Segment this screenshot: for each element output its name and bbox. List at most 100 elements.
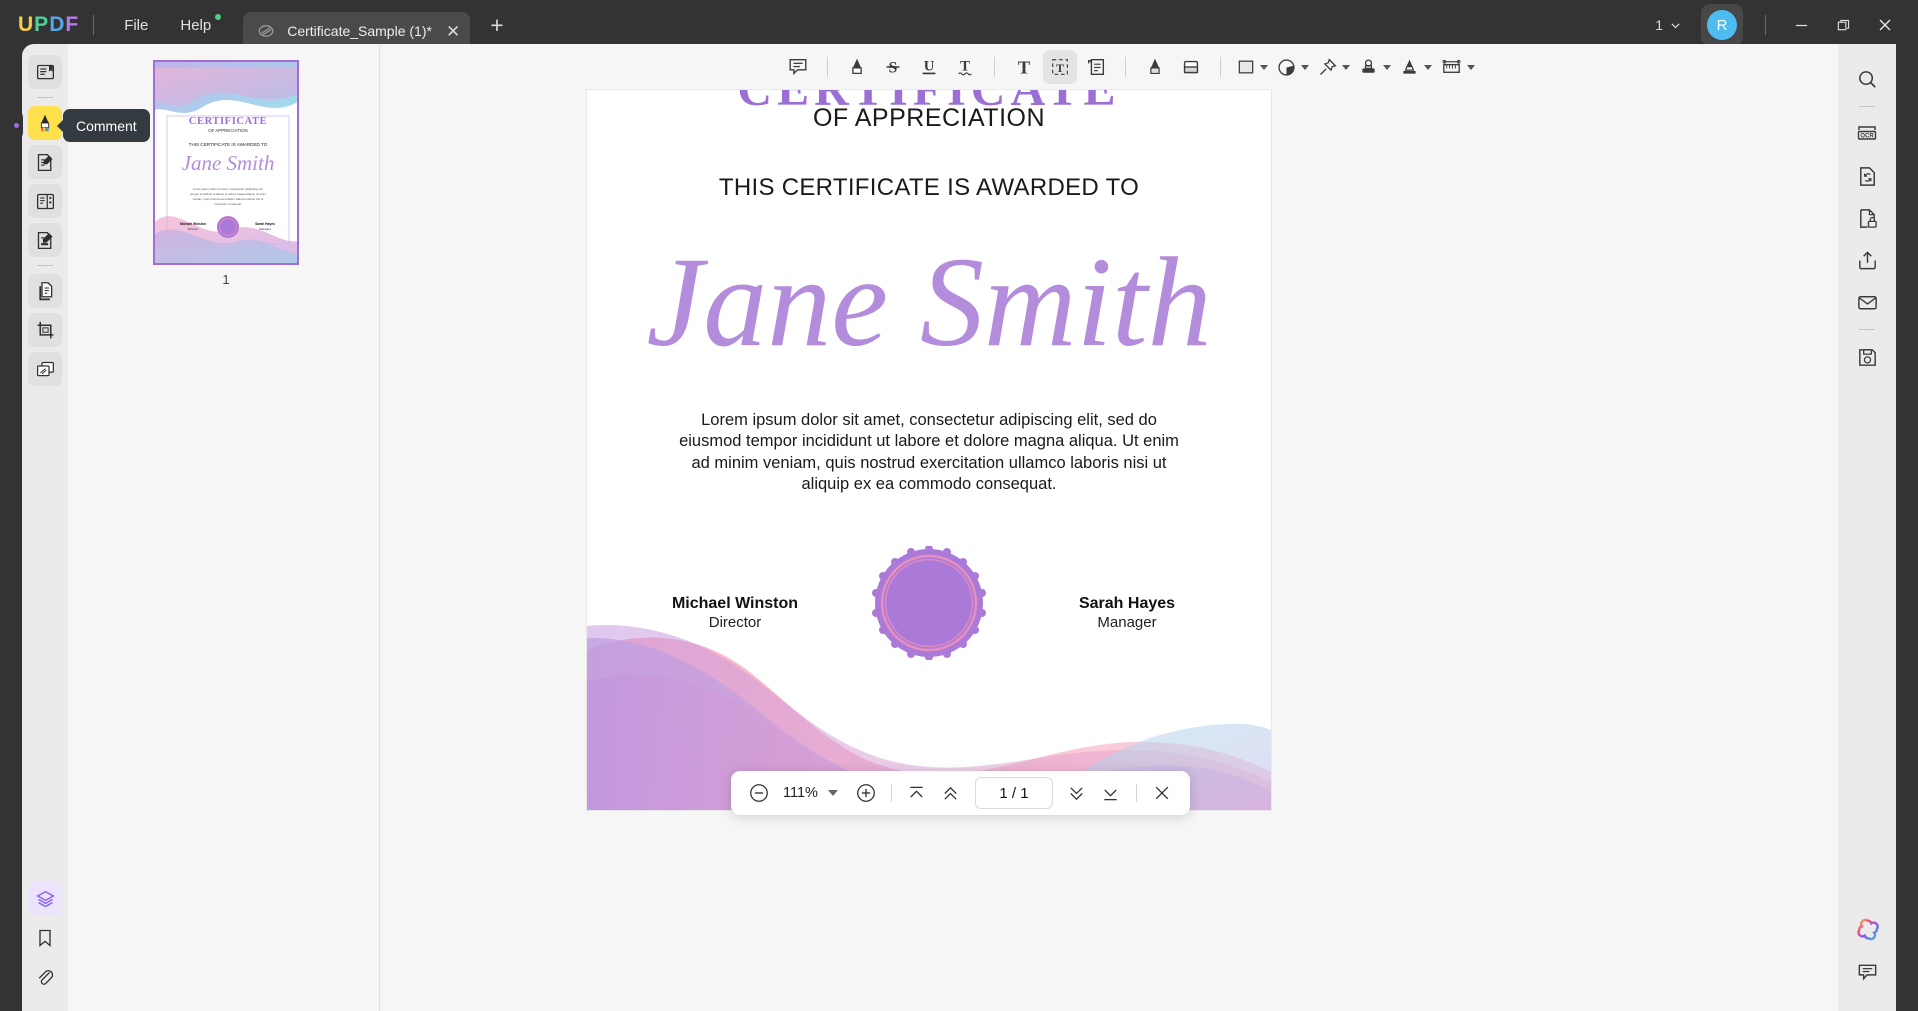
measure-caret-icon[interactable]	[1466, 64, 1475, 70]
right-item-ocr[interactable]: OCR	[1850, 117, 1884, 151]
close-navigation-button[interactable]	[1146, 777, 1178, 809]
tool-shape-square[interactable]	[1233, 50, 1271, 84]
previous-page-icon	[944, 786, 958, 800]
first-page-icon	[910, 786, 924, 797]
bottom-bar-separator-1	[890, 784, 892, 802]
tool-pencil[interactable]	[1138, 50, 1172, 84]
signer-2-name: Sarah Hayes	[1078, 595, 1176, 612]
rail-divider-2	[37, 265, 53, 266]
document-tab-label: Certificate_Sample (1)*	[287, 23, 432, 39]
tool-text[interactable]: T	[1007, 50, 1041, 84]
tool-measure[interactable]	[1437, 50, 1478, 84]
comment-highlighter-icon	[40, 114, 50, 132]
bookmark-icon	[39, 929, 51, 947]
sidebar-item-crop[interactable]	[28, 313, 62, 347]
minimize-button[interactable]	[1780, 5, 1822, 45]
text-box-icon: T	[1051, 59, 1068, 75]
search-icon	[1858, 70, 1876, 88]
tool-strikethrough[interactable]: S	[876, 50, 910, 84]
tool-highlight[interactable]	[840, 50, 874, 84]
avatar: R	[1707, 10, 1737, 40]
menu-file[interactable]: File	[108, 11, 164, 40]
batch-process-icon	[36, 361, 54, 376]
annotation-toolbar: S U T T T	[380, 44, 1878, 90]
help-notification-dot	[215, 13, 222, 20]
svg-text:S: S	[888, 60, 897, 77]
sidebar-item-attachments[interactable]	[28, 960, 62, 994]
right-item-convert[interactable]	[1850, 159, 1884, 193]
stamp-caret-icon[interactable]	[1382, 64, 1391, 70]
shape-circle-caret-icon[interactable]	[1300, 64, 1309, 70]
sidebar-item-convert[interactable]	[28, 274, 62, 308]
convert-icon	[1859, 166, 1875, 186]
svg-text:Lorem ipsum dolor sit amet, co: Lorem ipsum dolor sit amet, consectetur …	[193, 187, 264, 191]
next-page-button[interactable]	[1061, 777, 1093, 809]
tool-underline[interactable]: U	[912, 50, 946, 84]
rail-divider-1	[37, 97, 53, 98]
tool-comment[interactable]	[781, 50, 815, 84]
shape-square-caret-icon[interactable]	[1259, 64, 1268, 70]
pin-caret-icon[interactable]	[1341, 64, 1350, 70]
sidebar-item-organize-pages[interactable]	[28, 184, 62, 218]
convert-pages-icon	[38, 281, 52, 300]
svg-text:T: T	[1017, 57, 1029, 77]
right-item-protect[interactable]	[1850, 201, 1884, 235]
tool-shape-circle[interactable]	[1273, 50, 1312, 84]
sidebar-item-layers[interactable]	[28, 882, 62, 916]
maximize-button[interactable]	[1822, 5, 1864, 45]
tool-text-box[interactable]: T	[1042, 50, 1077, 84]
tool-sticky-note[interactable]	[1079, 50, 1113, 84]
right-item-save[interactable]	[1850, 340, 1884, 374]
zoom-in-button[interactable]	[850, 777, 882, 809]
shape-square-icon	[1238, 60, 1253, 74]
pdf-page[interactable]: CERTIFICATE OF APPRECIATION THIS CERTIFI…	[587, 90, 1271, 810]
thumbnail-preview: CERTIFICATE OF APPRECIATION THIS CERTIFI…	[155, 62, 297, 263]
sidebar-item-edit-pdf[interactable]	[28, 145, 62, 179]
first-page-button[interactable]	[901, 777, 933, 809]
updf-logo: U P D F	[18, 13, 79, 37]
thumbnail-page-1[interactable]: CERTIFICATE OF APPRECIATION THIS CERTIFI…	[153, 60, 299, 265]
sidebar-item-bookmark[interactable]	[28, 921, 62, 955]
new-tab-button[interactable]: +	[490, 12, 503, 39]
tool-pin[interactable]	[1314, 50, 1353, 84]
signature-caret-icon[interactable]	[1423, 64, 1432, 70]
zoom-level-value[interactable]: 111%	[777, 785, 824, 801]
edit-pdf-icon	[37, 153, 52, 171]
right-item-search[interactable]	[1850, 62, 1884, 96]
toolbar-separator-3	[1124, 57, 1126, 77]
right-item-share[interactable]	[1850, 243, 1884, 277]
logo-letter-p: P	[34, 13, 50, 36]
account-button[interactable]: R	[1701, 4, 1743, 46]
rail-collapse-handle[interactable]	[10, 108, 23, 142]
window-count-label: 1	[1655, 17, 1663, 33]
tool-stamp[interactable]	[1355, 50, 1394, 84]
highlight-icon	[851, 58, 862, 75]
zoom-dropdown-icon[interactable]	[827, 790, 838, 796]
previous-page-button[interactable]	[935, 777, 967, 809]
underline-icon: U	[922, 59, 935, 75]
right-tool-rail: OCR	[1838, 44, 1896, 1011]
document-tab-close-icon[interactable]: ✕	[446, 23, 460, 40]
tool-squiggly-underline[interactable]: T	[948, 50, 982, 84]
right-item-comment-panel[interactable]	[1850, 955, 1884, 989]
left-tool-rail	[22, 44, 68, 1011]
main-document-area: S U T T T OF APPRECIATION THIS CERTIFICA…	[380, 44, 1878, 1011]
last-page-button[interactable]	[1095, 777, 1127, 809]
tool-eraser[interactable]	[1174, 50, 1208, 84]
page-indicator[interactable]: 1 / 1	[974, 777, 1053, 809]
menu-help[interactable]: Help	[164, 11, 227, 40]
window-count-dropdown[interactable]: 1	[1649, 11, 1687, 39]
ocr-icon: OCR	[1857, 126, 1877, 140]
zoom-out-button[interactable]	[743, 777, 775, 809]
sidebar-item-fill-sign[interactable]	[28, 223, 62, 257]
certificate-subtitle: OF APPRECIATION	[812, 104, 1046, 132]
tool-signature[interactable]	[1396, 50, 1435, 84]
close-button[interactable]	[1864, 5, 1906, 45]
right-item-email[interactable]	[1850, 285, 1884, 319]
svg-text:tempor incididunt ut labore et: tempor incididunt ut labore et dolore ma…	[190, 192, 266, 196]
right-item-ai-assistant[interactable]	[1850, 913, 1884, 947]
squiggly-underline-icon: T	[957, 59, 972, 76]
sidebar-item-reader[interactable]	[28, 55, 62, 89]
title-bar: U P D F File Help Certificate_Sample (1)…	[0, 0, 1918, 50]
sidebar-item-batch[interactable]	[28, 352, 62, 386]
